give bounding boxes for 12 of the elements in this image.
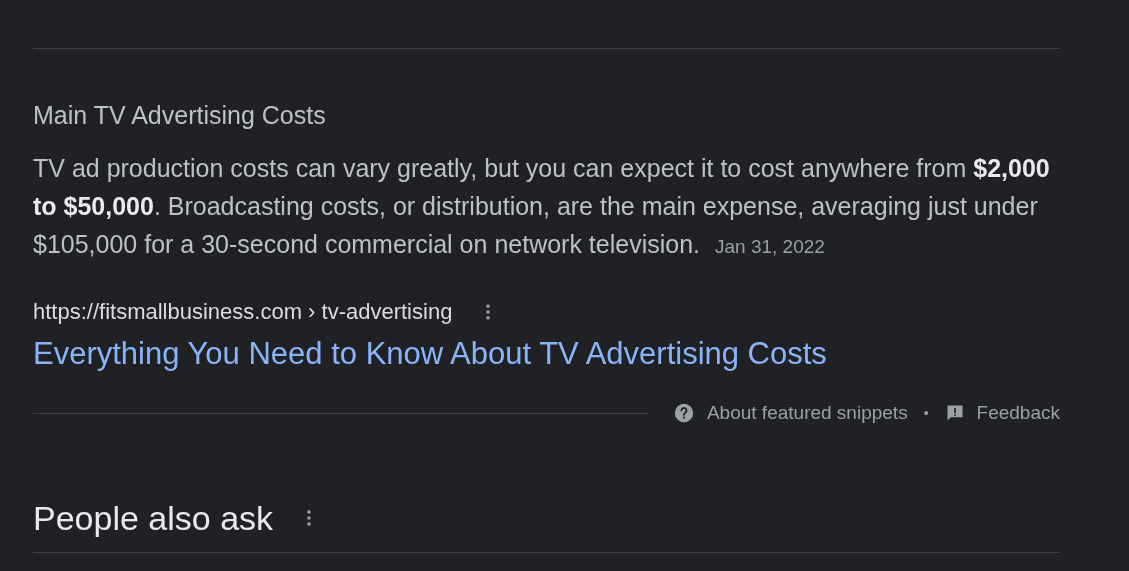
more-options-icon[interactable] bbox=[486, 303, 491, 321]
separator-dot: • bbox=[923, 403, 929, 423]
source-url[interactable]: https://fitsmallbusiness.com › tv-advertising bbox=[33, 299, 453, 325]
result-link[interactable]: Everything You Need to Know About TV Advertising Costs bbox=[33, 335, 827, 373]
more-options-icon[interactable] bbox=[307, 508, 312, 527]
help-icon bbox=[672, 402, 695, 425]
footer-link[interactable]: About featured snippets bbox=[672, 399, 908, 428]
section-heading: People also ask bbox=[33, 497, 274, 538]
snippet-text: TV ad production costs can vary greatly, but you can expect it to cost anywhere from $2,000 to $50,000. Broadcasting costs, or distribution, are the main expense, averaging just under $105,000 for a 30-second commercial on network television. Jan 31, 2022 bbox=[33, 153, 1051, 260]
footer-link[interactable]: Feedback bbox=[944, 399, 1060, 428]
snippet-heading: Main TV Advertising Costs bbox=[33, 101, 326, 129]
feedback-icon bbox=[944, 403, 965, 424]
